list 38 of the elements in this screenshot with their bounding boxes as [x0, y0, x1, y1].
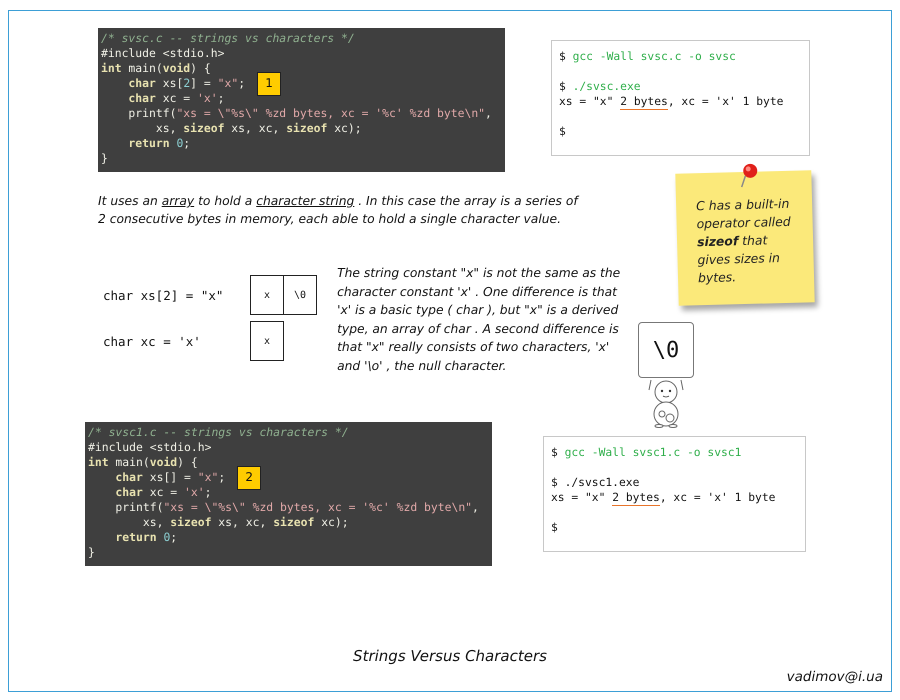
intro-paragraph: It uses an array to hold a character string . In this case the array is a series of 2 consecutive bytes in memory, each able to hold a single character value. [98, 193, 578, 228]
memory-cell: x [250, 275, 284, 315]
console-line: $ [551, 520, 559, 535]
code-line: } [88, 545, 95, 560]
code-line: #include <stdio.h> [101, 46, 224, 61]
code-line: char xs[2] = "x"; [127, 76, 246, 91]
code-line: return 0; [127, 136, 190, 151]
code-line: xs, sizeof xs, xc, sizeof xc); [142, 515, 349, 530]
console-line: xs = "x" 2 bytes, xc = 'x' 1 byte [551, 490, 776, 505]
code-line: int main(void) { [101, 61, 211, 76]
number-badge: 2 [237, 466, 262, 490]
console-line: $ gcc -Wall svsc1.c -o svsc1 [551, 445, 742, 460]
code-line: char xc = 'x'; [127, 91, 224, 106]
console-line: $ ./svsc1.exe [551, 475, 640, 490]
sign-board: \0 [638, 322, 694, 378]
memory-cell: x [250, 321, 284, 361]
explanation-paragraph: The string constant "x" is not the same as the character constant 'x' . One difference is that 'x' is a basic type ( char ), but "x" is a derived type, an array of char . A second difference is that "x" really consists of two characters, 'x' and '\o' , the null character. [337, 265, 622, 374]
code-line: /* svsc.c -- strings vs characters */ [101, 31, 355, 46]
declaration-text: char xs[2] = "x" [103, 288, 224, 302]
console-line: $ gcc -Wall svsc.c -o svsc [559, 49, 737, 64]
code-line: printf("xs = \"%s\" %zd bytes, xc = '%c' %zd byte\n", [127, 106, 492, 121]
code-line: return 0; [114, 530, 178, 545]
code-line: printf("xs = \"%s\" %zd bytes, xc = '%c' %zd byte\n", [114, 500, 479, 515]
memory-cell: \0 [283, 275, 317, 315]
code-line: #include <stdio.h> [88, 440, 212, 455]
console-line: $ [559, 124, 567, 139]
code-line: int main(void) { [88, 455, 198, 470]
slide-title: Strings Versus Characters [353, 647, 547, 665]
declaration-text: char xc = 'x' [103, 334, 202, 348]
code-line: xs, sizeof xs, xc, sizeof xc); [154, 121, 362, 136]
console-line: $ ./svsc.exe [559, 79, 642, 94]
code-line: char xs[] = "x"; [114, 470, 226, 485]
code-line: } [101, 151, 108, 166]
console-line: xs = "x" 2 bytes, xc = 'x' 1 byte [559, 94, 784, 109]
author-email: vadimov@i.ua [786, 669, 883, 685]
code-line: char xc = 'x'; [114, 485, 212, 500]
number-badge: 1 [257, 72, 282, 96]
code-line: /* svsc1.c -- strings vs characters */ [88, 425, 349, 440]
